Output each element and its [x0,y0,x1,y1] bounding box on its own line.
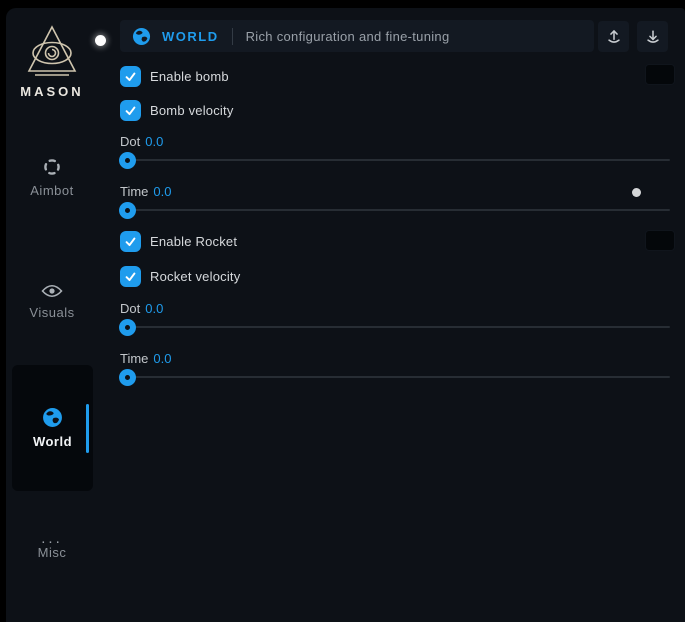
masonic-eye-icon [26,24,78,80]
checkbox-row: Rocket velocity [120,266,240,287]
stray-dot [632,188,641,197]
page-title: WORLD [162,29,219,44]
download-config-button[interactable] [637,21,668,52]
rocket-velocity-checkbox[interactable] [120,266,141,287]
sidebar-item-label: Misc [10,545,94,560]
crosshair-icon [42,157,62,177]
bomb-color-swatch[interactable] [645,64,675,85]
rocket-color-swatch[interactable] [645,230,675,251]
upload-icon [605,28,623,46]
slider-value: 0.0 [145,301,163,316]
checkbox-label: Enable bomb [150,69,229,84]
checkbox-label: Rocket velocity [150,269,240,284]
checkbox-row: Enable Rocket [120,231,237,252]
sidebar-item-label: Aimbot [10,183,94,198]
checkbox-row: Bomb velocity [120,100,234,121]
cursor-dot [95,35,106,46]
sidebar: MASON Aimbot Visuals [6,8,120,622]
slider-label: Time0.0 [120,184,171,199]
ellipsis-icon: ... [10,533,94,545]
globe-icon [132,27,151,46]
enable-rocket-checkbox[interactable] [120,231,141,252]
check-icon [124,235,137,248]
download-icon [644,28,662,46]
sidebar-item-world[interactable]: World [12,365,93,491]
active-tab-indicator [86,404,89,453]
upload-config-button[interactable] [598,21,629,52]
dot-slider-thumb[interactable] [119,319,136,336]
bomb-velocity-checkbox[interactable] [120,100,141,121]
slider-label: Dot0.0 [120,134,163,149]
app-window: MASON Aimbot Visuals [6,8,685,622]
app-title: MASON [8,84,96,99]
dot-slider-track[interactable] [120,159,670,161]
slider-label: Time0.0 [120,351,171,366]
sidebar-item-visuals[interactable]: Visuals [10,283,94,320]
sidebar-item-label: Visuals [10,305,94,320]
time-slider-track[interactable] [120,209,670,211]
time-slider-thumb[interactable] [119,202,136,219]
dot-slider-track[interactable] [120,326,670,328]
time-slider-track[interactable] [120,376,670,378]
sidebar-item-misc[interactable]: ... Misc [10,533,94,560]
globe-icon [42,407,63,428]
slider-label: Dot0.0 [120,301,163,316]
screen: MASON Aimbot Visuals [0,0,685,622]
enable-bomb-checkbox[interactable] [120,66,141,87]
app-logo [26,24,78,80]
page-subtitle: Rich configuration and fine-tuning [246,29,450,44]
slider-value: 0.0 [153,351,171,366]
check-icon [124,270,137,283]
page-header: WORLD Rich configuration and fine-tuning [120,20,594,52]
checkbox-label: Bomb velocity [150,103,234,118]
checkbox-label: Enable Rocket [150,234,237,249]
checkbox-row: Enable bomb [120,66,229,87]
sidebar-item-label: World [12,434,93,449]
slider-value: 0.0 [145,134,163,149]
check-icon [124,104,137,117]
header-divider [232,28,233,45]
time-slider-thumb[interactable] [119,369,136,386]
eye-icon [41,283,63,299]
slider-value: 0.0 [153,184,171,199]
check-icon [124,70,137,83]
dot-slider-thumb[interactable] [119,152,136,169]
sidebar-item-aimbot[interactable]: Aimbot [10,157,94,198]
